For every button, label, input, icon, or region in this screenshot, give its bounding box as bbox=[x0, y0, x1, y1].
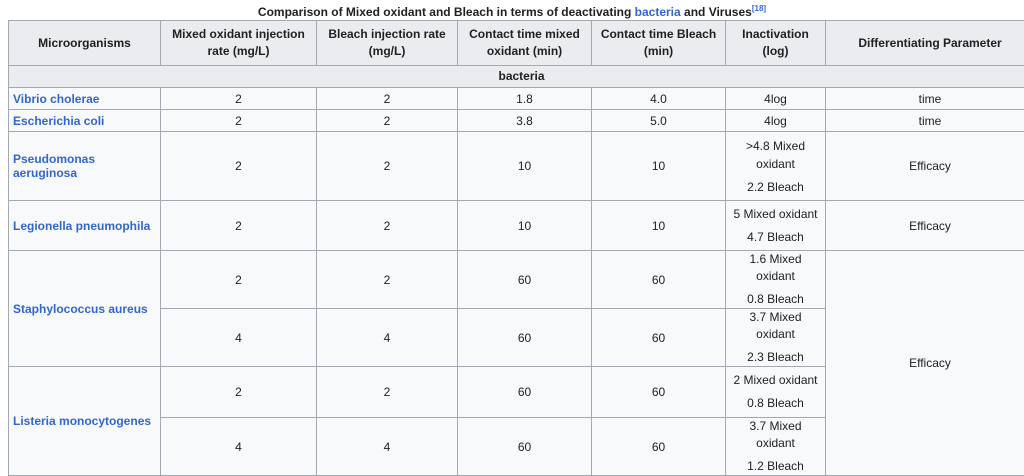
contact-time-mixed-cell: 10 bbox=[458, 201, 592, 251]
inactivation-mixed-oxidant: 3.7 Mixed oxidant bbox=[730, 309, 821, 343]
organism-link[interactable]: Staphylococcus aureus bbox=[9, 251, 161, 367]
inactivation-mixed-oxidant: 2 Mixed oxidant bbox=[730, 372, 821, 389]
contact-time-mixed-cell: 60 bbox=[458, 367, 592, 418]
bleach-rate-cell: 4 bbox=[317, 309, 458, 367]
mixed-oxidant-rate-cell: 2 bbox=[161, 88, 317, 110]
mixed-oxidant-rate-cell: 2 bbox=[161, 110, 317, 132]
inactivation-bleach: 2.3 Bleach bbox=[730, 348, 821, 366]
inactivation-mixed-oxidant: >4.8 Mixed bbox=[730, 137, 821, 155]
inactivation-cell: 3.7 Mixed oxidant 2.3 Bleach bbox=[726, 309, 826, 367]
contact-time-mixed-cell: 3.8 bbox=[458, 110, 592, 132]
parameter-cell: Efficacy bbox=[826, 201, 1024, 251]
table-caption: Comparison of Mixed oxidant and Bleach i… bbox=[0, 0, 1024, 20]
table-row: Pseudomonas aeruginosa 2 2 10 10 >4.8 Mi… bbox=[9, 132, 1024, 201]
inactivation-bleach: 2.2 Bleach bbox=[730, 178, 821, 196]
section-row: bacteria bbox=[9, 66, 1024, 88]
table-row: Vibrio cholerae 2 2 1.8 4.0 4log time bbox=[9, 88, 1024, 110]
contact-time-bleach-cell: 60 bbox=[592, 367, 726, 418]
contact-time-bleach-cell: 4.0 bbox=[592, 88, 726, 110]
inactivation-cell: >4.8 Mixed oxidant 2.2 Bleach bbox=[726, 132, 826, 201]
bacteria-link[interactable]: bacteria bbox=[635, 5, 681, 19]
bleach-rate-cell: 2 bbox=[317, 110, 458, 132]
caption-text-end: and Viruses bbox=[681, 5, 752, 19]
inactivation-bleach: 0.8 Bleach bbox=[730, 290, 821, 308]
organism-link[interactable]: Legionella pneumophila bbox=[9, 201, 161, 251]
organism-link[interactable]: Listeria monocytogenes bbox=[9, 367, 161, 476]
inactivation-cell: 4log bbox=[726, 88, 826, 110]
caption-text: Comparison of Mixed oxidant and Bleach i… bbox=[258, 5, 635, 19]
contact-time-bleach-cell: 60 bbox=[592, 418, 726, 476]
header-contact-time-bleach: Contact time Bleach (min) bbox=[592, 21, 726, 66]
parameter-cell: time bbox=[826, 110, 1024, 132]
contact-time-mixed-cell: 1.8 bbox=[458, 88, 592, 110]
inactivation-mixed-oxidant: 5 Mixed oxidant bbox=[730, 206, 821, 223]
mixed-oxidant-rate-cell: 4 bbox=[161, 309, 317, 367]
table-row: Staphylococcus aureus 2 2 60 60 1.6 Mixe… bbox=[9, 251, 1024, 309]
bleach-rate-cell: 2 bbox=[317, 367, 458, 418]
header-microorganisms: Microorganisms bbox=[9, 21, 161, 66]
inactivation-mixed-oxidant-cont: oxidant bbox=[730, 155, 821, 173]
bleach-rate-cell: 2 bbox=[317, 201, 458, 251]
bleach-rate-cell: 2 bbox=[317, 88, 458, 110]
inactivation-cell: 4log bbox=[726, 110, 826, 132]
contact-time-mixed-cell: 10 bbox=[458, 132, 592, 201]
organism-link[interactable]: Vibrio cholerae bbox=[9, 88, 161, 110]
inactivation-cell: 5 Mixed oxidant 4.7 Bleach bbox=[726, 201, 826, 251]
inactivation-bleach: 0.8 Bleach bbox=[730, 394, 821, 412]
header-row: Microorganisms Mixed oxidant injection r… bbox=[9, 21, 1024, 66]
inactivation-cell: 1.6 Mixed oxidant 0.8 Bleach bbox=[726, 251, 826, 309]
organism-link[interactable]: Pseudomonas aeruginosa bbox=[9, 132, 161, 201]
parameter-cell: Efficacy bbox=[826, 132, 1024, 201]
reference-link[interactable]: [18] bbox=[752, 4, 766, 13]
parameter-cell: Efficacy bbox=[826, 251, 1024, 476]
mixed-oxidant-rate-cell: 2 bbox=[161, 367, 317, 418]
inactivation-bleach: 4.7 Bleach bbox=[730, 228, 821, 246]
contact-time-mixed-cell: 60 bbox=[458, 251, 592, 309]
inactivation-mixed-oxidant: 1.6 Mixed oxidant bbox=[730, 251, 821, 285]
bleach-rate-cell: 4 bbox=[317, 418, 458, 476]
header-contact-time-mixed: Contact time mixed oxidant (min) bbox=[458, 21, 592, 66]
comparison-table: Microorganisms Mixed oxidant injection r… bbox=[8, 20, 1024, 476]
inactivation-bleach: 1.2 Bleach bbox=[730, 457, 821, 475]
contact-time-bleach-cell: 60 bbox=[592, 309, 726, 367]
mixed-oxidant-rate-cell: 2 bbox=[161, 132, 317, 201]
header-bleach-rate: Bleach injection rate (mg/L) bbox=[317, 21, 458, 66]
inactivation-cell: 2 Mixed oxidant 0.8 Bleach bbox=[726, 367, 826, 418]
table-row: Legionella pneumophila 2 2 10 10 5 Mixed… bbox=[9, 201, 1024, 251]
header-inactivation: Inactivation (log) bbox=[726, 21, 826, 66]
mixed-oxidant-rate-cell: 4 bbox=[161, 418, 317, 476]
section-header-bacteria: bacteria bbox=[9, 66, 1024, 88]
mixed-oxidant-rate-cell: 2 bbox=[161, 201, 317, 251]
contact-time-bleach-cell: 10 bbox=[592, 201, 726, 251]
bleach-rate-cell: 2 bbox=[317, 251, 458, 309]
inactivation-cell: 3.7 Mixed oxidant 1.2 Bleach bbox=[726, 418, 826, 476]
mixed-oxidant-rate-cell: 2 bbox=[161, 251, 317, 309]
header-mixed-oxidant-rate: Mixed oxidant injection rate (mg/L) bbox=[161, 21, 317, 66]
contact-time-mixed-cell: 60 bbox=[458, 418, 592, 476]
contact-time-mixed-cell: 60 bbox=[458, 309, 592, 367]
organism-link[interactable]: Escherichia coli bbox=[9, 110, 161, 132]
inactivation-mixed-oxidant: 3.7 Mixed oxidant bbox=[730, 418, 821, 452]
bleach-rate-cell: 2 bbox=[317, 132, 458, 201]
table-row: Escherichia coli 2 2 3.8 5.0 4log time bbox=[9, 110, 1024, 132]
contact-time-bleach-cell: 60 bbox=[592, 251, 726, 309]
header-differentiating-parameter: Differentiating Parameter bbox=[826, 21, 1024, 66]
parameter-cell: time bbox=[826, 88, 1024, 110]
contact-time-bleach-cell: 10 bbox=[592, 132, 726, 201]
contact-time-bleach-cell: 5.0 bbox=[592, 110, 726, 132]
